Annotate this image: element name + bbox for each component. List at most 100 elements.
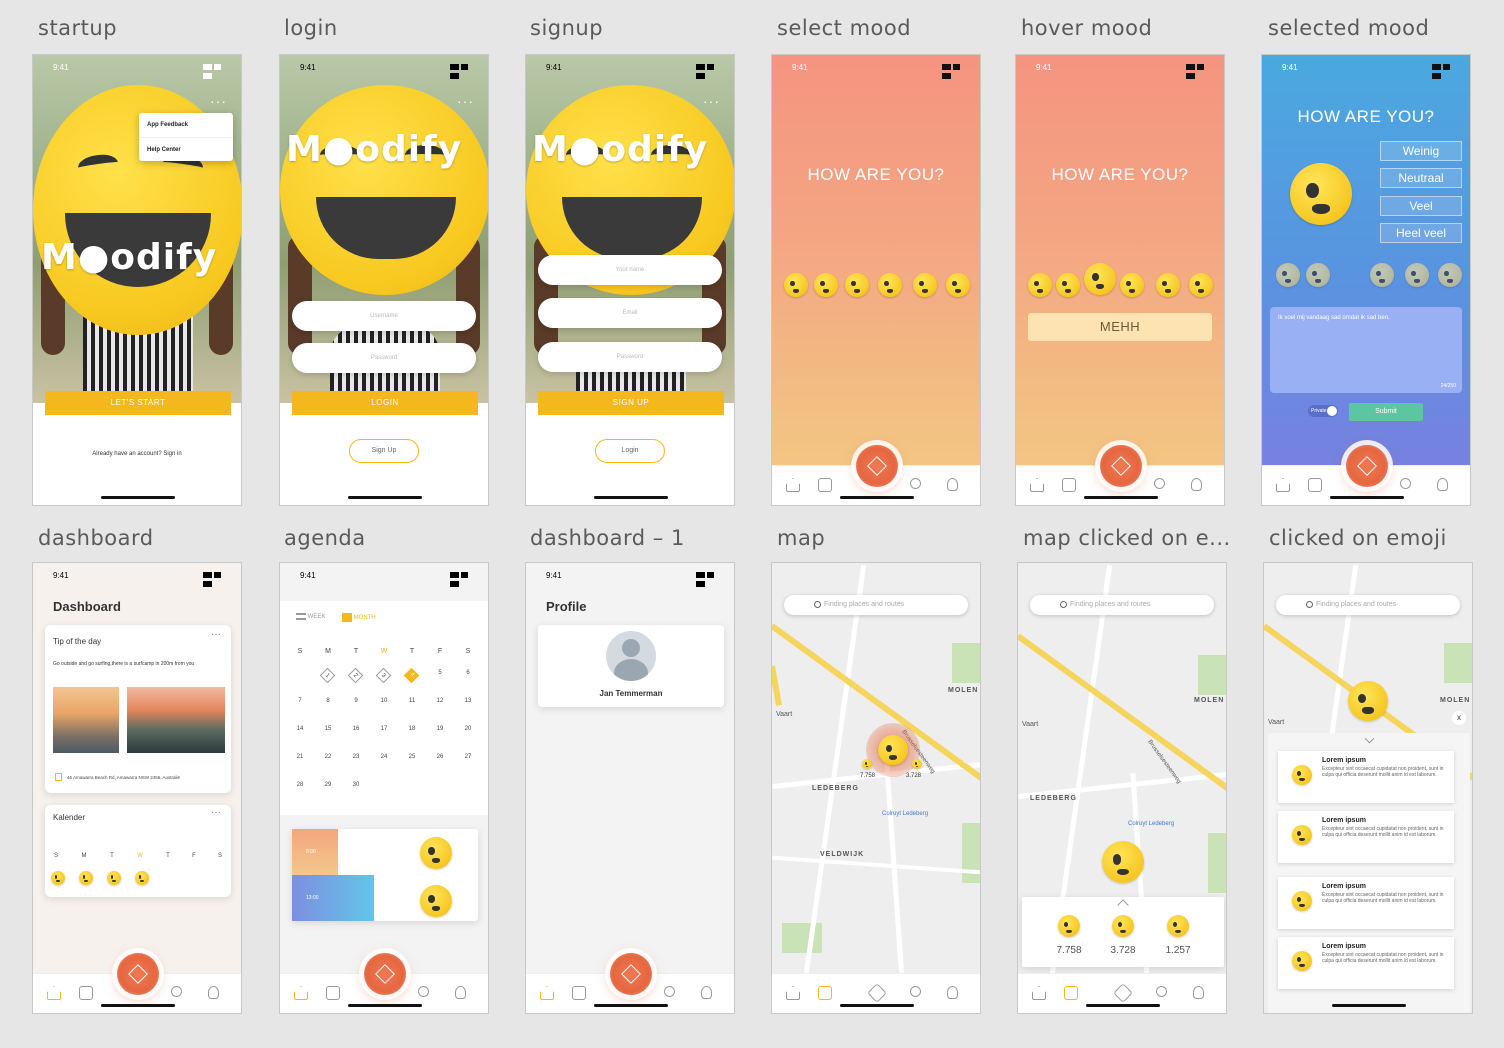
search-icon[interactable]: [910, 986, 921, 997]
add-mood-button[interactable]: [117, 953, 159, 995]
week-view-toggle[interactable]: WEEK: [296, 613, 325, 620]
calendar-date[interactable]: 25: [403, 754, 421, 760]
profile-icon[interactable]: [947, 478, 958, 491]
profile-icon[interactable]: [947, 986, 958, 999]
slot-mood-emoji[interactable]: [420, 885, 452, 917]
signup-button[interactable]: Sign Up: [349, 439, 419, 463]
home-icon[interactable]: [1276, 478, 1290, 492]
calendar-date[interactable]: 29: [319, 782, 337, 788]
selected-map-marker[interactable]: [1102, 841, 1144, 883]
calendar-date[interactable]: 20: [459, 726, 477, 732]
mood-emoji-2[interactable]: [1306, 263, 1330, 287]
calendar-date[interactable]: 30: [347, 782, 365, 788]
map-icon[interactable]: [326, 986, 340, 1000]
mood-emoji-6[interactable]: [1438, 263, 1462, 287]
home-icon[interactable]: [1030, 478, 1044, 492]
mood-emoji-4[interactable]: [878, 273, 902, 297]
signup-button[interactable]: SIGN UP: [538, 391, 724, 415]
search-icon[interactable]: [171, 986, 182, 997]
avatar[interactable]: [606, 631, 656, 681]
menu-item-app-feedback[interactable]: App Feedback: [139, 113, 233, 137]
mood-emoji-5[interactable]: [913, 273, 937, 297]
calendar-date[interactable]: 26: [431, 754, 449, 760]
submit-button[interactable]: Submit: [1349, 403, 1423, 421]
password-field[interactable]: Password: [538, 342, 722, 372]
signin-link[interactable]: Already have an account? Sign in: [33, 451, 241, 457]
map-search-input[interactable]: Finding places and routes: [1030, 595, 1214, 615]
list-item[interactable]: Lorem ipsum Excepteur sint occaecat cupid…: [1278, 751, 1454, 803]
calendar-date[interactable]: 13: [459, 698, 477, 704]
calendar-date[interactable]: 17: [375, 726, 393, 732]
password-field[interactable]: Password: [292, 343, 476, 373]
calendar-date[interactable]: 24: [375, 754, 393, 760]
map-mood-marker[interactable]: [912, 759, 922, 769]
close-icon[interactable]: x: [1452, 711, 1466, 725]
calendar-date[interactable]: 10: [375, 698, 393, 704]
map-icon[interactable]: [818, 478, 832, 492]
map-canvas[interactable]: LEDEBERG VELDWIJK MOLEN Vaart Colruyt Le…: [772, 563, 980, 1013]
map-search-input[interactable]: Finding places and routes: [1276, 595, 1460, 615]
menu-item-help-center[interactable]: Help Center: [139, 137, 233, 161]
calendar-date[interactable]: 14: [291, 726, 309, 732]
search-icon[interactable]: [664, 986, 675, 997]
intensity-option-neutraal[interactable]: Neutraal: [1380, 168, 1462, 188]
month-view-toggle[interactable]: MONTH: [342, 613, 376, 622]
login-button[interactable]: LOGIN: [292, 391, 478, 415]
search-icon[interactable]: [1156, 986, 1167, 997]
mood-emoji-hovered[interactable]: [1084, 263, 1116, 295]
private-toggle[interactable]: Private: [1308, 405, 1338, 417]
home-icon[interactable]: [1032, 986, 1046, 1000]
more-icon[interactable]: ···: [457, 93, 474, 109]
day-mood-emoji[interactable]: [107, 871, 121, 885]
day-mood-emoji[interactable]: [79, 871, 93, 885]
map-icon[interactable]: [572, 986, 586, 1000]
mood-emoji-4[interactable]: [1370, 263, 1394, 287]
calendar-date[interactable]: 28: [291, 782, 309, 788]
home-icon[interactable]: [47, 986, 61, 1000]
calendar-date[interactable]: 12: [431, 698, 449, 704]
mood-emoji-1[interactable]: [784, 273, 808, 297]
selected-map-marker[interactable]: [1348, 681, 1388, 721]
email-field[interactable]: Email: [538, 298, 722, 328]
chevron-up-icon[interactable]: [1117, 899, 1129, 911]
add-mood-icon[interactable]: [867, 983, 887, 1003]
mood-emoji-1[interactable]: [1028, 273, 1052, 297]
mood-emoji-1[interactable]: [1276, 263, 1300, 287]
mood-emoji-4[interactable]: [1120, 273, 1144, 297]
calendar-date[interactable]: 5: [431, 670, 449, 676]
home-icon[interactable]: [294, 986, 308, 1000]
search-icon[interactable]: [910, 478, 921, 489]
profile-icon[interactable]: [1191, 478, 1202, 491]
mood-emoji-5[interactable]: [1405, 263, 1429, 287]
mood-emoji-3[interactable]: [845, 273, 869, 297]
calendar-date[interactable]: 18: [403, 726, 421, 732]
mood-emoji-6[interactable]: [1189, 273, 1213, 297]
map-mood-marker[interactable]: [878, 735, 908, 765]
map-icon[interactable]: [79, 986, 93, 1000]
intensity-option-heel-veel[interactable]: Heel veel: [1380, 223, 1462, 243]
login-button[interactable]: Login: [595, 439, 665, 463]
slot-afternoon[interactable]: 13:00: [292, 875, 374, 921]
home-icon[interactable]: [786, 478, 800, 492]
mood-emoji-6[interactable]: [946, 273, 970, 297]
calendar-date[interactable]: 9: [347, 698, 365, 704]
add-mood-button[interactable]: [364, 953, 406, 995]
more-icon[interactable]: ···: [210, 93, 227, 109]
intensity-option-weinig[interactable]: Weinig: [1380, 141, 1462, 161]
list-item[interactable]: Lorem ipsum Excepteur sint occaecat cupid…: [1278, 811, 1454, 863]
calendar-date[interactable]: 21: [291, 754, 309, 760]
list-item[interactable]: Lorem ipsum Excepteur sint occaecat cupid…: [1278, 877, 1454, 929]
add-mood-button[interactable]: [1100, 445, 1142, 487]
add-mood-icon[interactable]: [1113, 983, 1133, 1003]
day-mood-emoji[interactable]: [51, 871, 65, 885]
map-icon[interactable]: [818, 986, 832, 1000]
map-search-input[interactable]: Finding places and routes: [784, 595, 968, 615]
search-icon[interactable]: [1400, 478, 1411, 489]
calendar-date[interactable]: 16: [347, 726, 365, 732]
mood-note-textarea[interactable]: Ik voel mij vandaag sad omdat ik sad ben…: [1270, 307, 1462, 393]
slot-morning[interactable]: 8:00: [292, 829, 338, 875]
search-icon[interactable]: [418, 986, 429, 997]
add-mood-button[interactable]: [610, 953, 652, 995]
profile-icon[interactable]: [701, 986, 712, 999]
search-icon[interactable]: [1154, 478, 1165, 489]
